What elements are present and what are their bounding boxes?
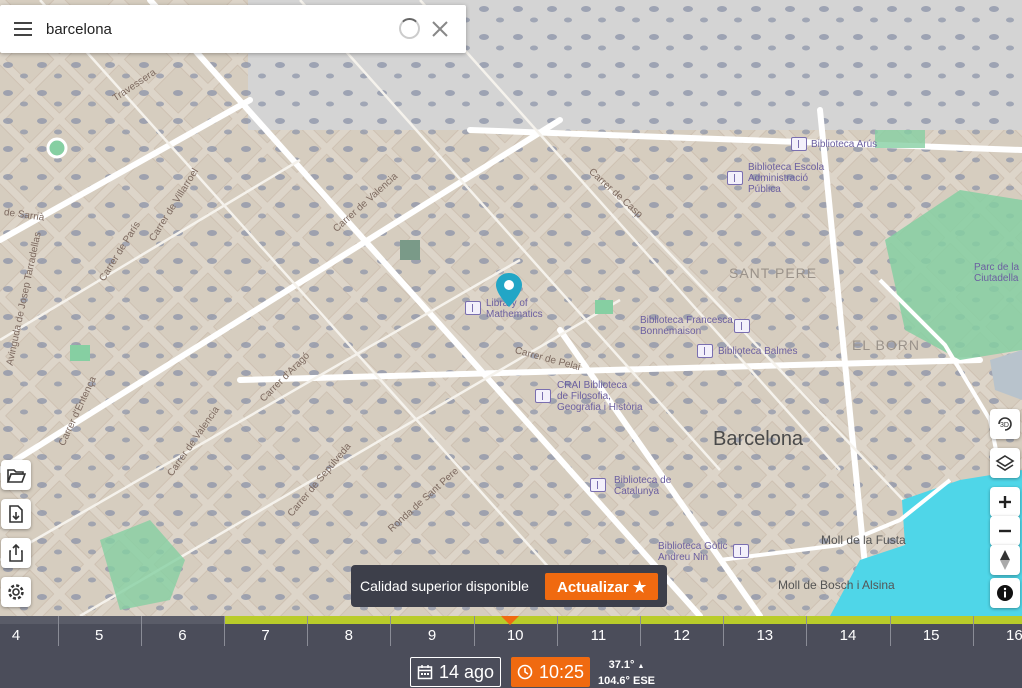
timeline-tick bbox=[140, 616, 142, 646]
timeline-tick bbox=[473, 616, 475, 646]
library-icon bbox=[590, 478, 606, 492]
search-bar bbox=[0, 5, 466, 53]
folder-open-icon bbox=[6, 469, 26, 483]
location-pin-icon[interactable] bbox=[495, 272, 523, 308]
timeline-hour-label[interactable]: 13 bbox=[750, 627, 780, 644]
timeline-hour-label[interactable]: 14 bbox=[833, 627, 863, 644]
timeline-tick bbox=[640, 616, 641, 646]
menu-button[interactable] bbox=[0, 5, 46, 53]
poi-label: Biblioteca Balmes bbox=[718, 346, 798, 357]
info-button[interactable] bbox=[990, 578, 1020, 608]
sun-altitude: 37.1° bbox=[608, 659, 635, 671]
sun-position: 37.1° ▲ 104.6° ESE bbox=[598, 659, 655, 687]
date-selector[interactable]: 14 ago bbox=[410, 657, 501, 687]
sun-azimuth: 104.6° ESE bbox=[598, 675, 655, 687]
timeline-progress bbox=[225, 616, 1022, 624]
district-label: EL BORN bbox=[852, 337, 920, 353]
timeline-hour-label[interactable]: 7 bbox=[251, 627, 281, 644]
loading-spinner-icon bbox=[399, 18, 420, 39]
timeline-hour-label[interactable]: 4 bbox=[1, 627, 31, 644]
file-download-icon bbox=[9, 505, 23, 523]
timeline-hour-label[interactable]: 9 bbox=[417, 627, 447, 644]
poi-label: Moll de la Fusta bbox=[821, 533, 906, 547]
info-icon bbox=[997, 585, 1013, 601]
city-label: Barcelona bbox=[713, 428, 804, 450]
library-icon bbox=[733, 544, 749, 558]
settings-button[interactable] bbox=[1, 577, 31, 607]
district-label: SANT PERE bbox=[729, 265, 818, 281]
search-input[interactable] bbox=[46, 20, 386, 38]
timeline-tick bbox=[806, 616, 808, 646]
poi-label: Biblioteca Escola Administració Pública bbox=[748, 162, 825, 195]
timeline-tick bbox=[889, 616, 891, 646]
poi-label: Biblioteca Gòtic - Andreu Nin bbox=[658, 541, 734, 563]
update-toast: Calidad superior disponible Actualizar ★ bbox=[351, 565, 667, 607]
menu-icon bbox=[14, 22, 32, 36]
poi-label: CRAI Biblioteca de Filosofia, Geografia … bbox=[557, 380, 643, 413]
timeline-tick bbox=[390, 616, 392, 646]
zoom-out-button[interactable] bbox=[990, 516, 1020, 546]
open-folder-button[interactable] bbox=[1, 460, 31, 490]
timeline-hour-label[interactable]: 6 bbox=[167, 627, 197, 644]
poi-label: Biblioteca Arús bbox=[811, 139, 878, 150]
timeline-tick bbox=[224, 616, 225, 646]
minus-icon bbox=[999, 529, 1011, 533]
library-icon bbox=[697, 344, 713, 358]
timeline-hour-label[interactable]: 11 bbox=[583, 627, 613, 644]
library-icon bbox=[791, 137, 807, 151]
poi-label: Moll de Bosch i Alsina bbox=[778, 578, 895, 592]
poi-label: Biblioteca Francesca Bonnemaison bbox=[640, 315, 733, 337]
share-icon bbox=[9, 543, 23, 562]
3d-view-button[interactable]: 3D bbox=[990, 409, 1020, 439]
compass-icon bbox=[1000, 550, 1010, 570]
share-button[interactable] bbox=[1, 538, 31, 568]
time-value: 10:25 bbox=[538, 661, 585, 682]
timeline-tick bbox=[723, 616, 725, 646]
time-selector[interactable]: 10:25 bbox=[511, 657, 590, 687]
clock-icon bbox=[517, 664, 533, 680]
timeline-tick bbox=[556, 616, 558, 646]
library-icon bbox=[734, 319, 750, 333]
gear-icon bbox=[8, 584, 24, 600]
timeline-tick bbox=[972, 616, 974, 646]
update-button[interactable]: Actualizar ★ bbox=[545, 573, 659, 600]
compass-button[interactable] bbox=[990, 545, 1020, 575]
timeline-hour-label[interactable]: 8 bbox=[334, 627, 364, 644]
layers-icon bbox=[995, 455, 1015, 471]
library-icon bbox=[727, 171, 743, 185]
library-icon bbox=[535, 389, 551, 403]
timeline-hour-label[interactable]: 16 bbox=[999, 627, 1022, 644]
timeline-hour-label[interactable]: 12 bbox=[667, 627, 697, 644]
close-icon[interactable] bbox=[430, 19, 450, 39]
svg-text:3D: 3D bbox=[1000, 422, 1009, 429]
layers-button[interactable] bbox=[990, 448, 1020, 478]
timeline-bar[interactable]: 4 5 6 7 8 9 10 11 12 13 14 15 16 14 ago 10:25 37.1° … bbox=[0, 616, 1022, 688]
download-file-button[interactable] bbox=[1, 499, 31, 529]
timeline-hour-label[interactable]: 10 bbox=[500, 627, 530, 644]
3d-view-icon: 3D bbox=[998, 417, 1012, 431]
timeline-tick bbox=[307, 616, 309, 646]
plus-icon bbox=[999, 496, 1011, 508]
poi-label: Biblioteca de Catalunya bbox=[614, 475, 672, 497]
map-view[interactable]: Travessera Carrer de Villarroel Carrer d… bbox=[0, 0, 1022, 616]
calendar-icon bbox=[417, 665, 433, 680]
zoom-in-button[interactable] bbox=[990, 487, 1020, 517]
timeline-hour-label[interactable]: 15 bbox=[916, 627, 946, 644]
timeline-tick bbox=[57, 616, 59, 646]
poi-label: Parc de la Ciutadella bbox=[974, 262, 1020, 284]
date-value: 14 ago bbox=[438, 661, 495, 682]
toast-message: Calidad superior disponible bbox=[360, 578, 529, 594]
timeline-track bbox=[0, 616, 225, 624]
current-time-marker[interactable] bbox=[501, 616, 519, 625]
timeline-hour-label[interactable]: 5 bbox=[84, 627, 114, 644]
library-icon bbox=[465, 301, 481, 315]
